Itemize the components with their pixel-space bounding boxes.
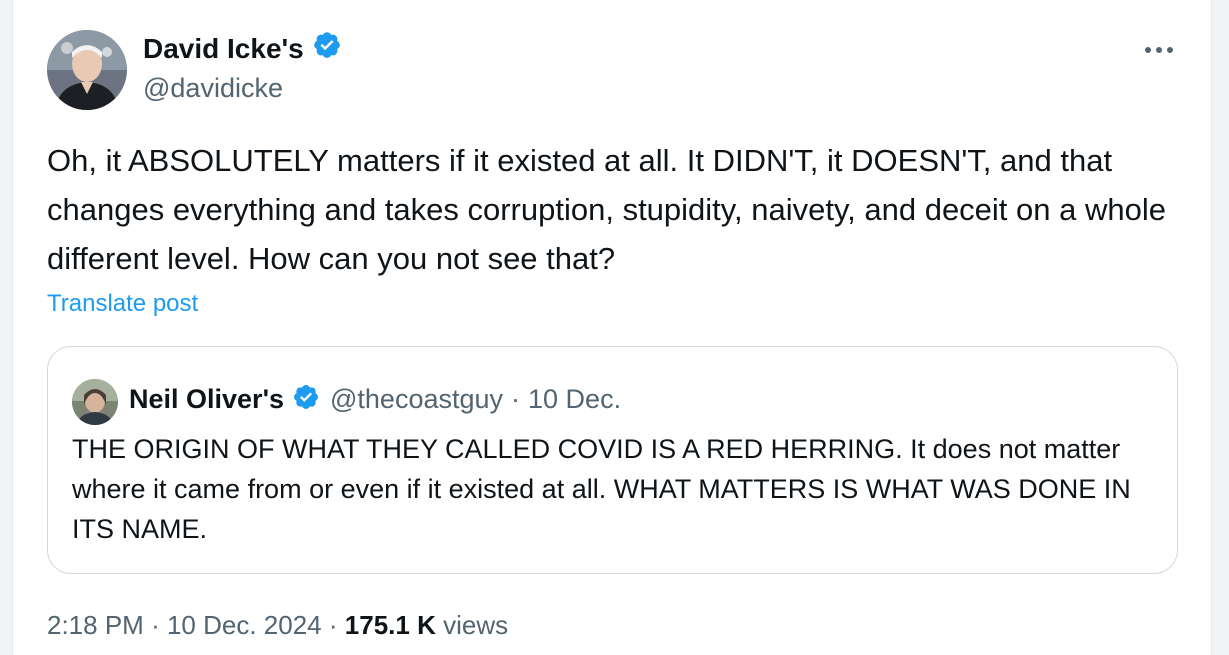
views-label: views <box>443 610 509 640</box>
author-name[interactable]: David Icke's <box>143 30 342 67</box>
translate-post-link[interactable]: Translate post <box>47 290 198 318</box>
footer-separator: · <box>328 610 338 640</box>
quoted-author-name[interactable]: Neil Oliver's <box>129 384 284 415</box>
quoted-tweet[interactable]: Neil Oliver's @thecoastguy · 10 Dec. THE… <box>47 346 1178 574</box>
footer-separator: · <box>151 610 160 640</box>
views-count: 175.1 K <box>344 610 436 640</box>
author-avatar[interactable] <box>47 30 127 110</box>
quoted-date[interactable]: 10 Dec. <box>528 384 621 415</box>
post-time[interactable]: 2:18 PM <box>47 610 144 640</box>
quoted-header: Neil Oliver's @thecoastguy · 10 Dec. <box>129 383 621 416</box>
quoted-handle[interactable]: @thecoastguy <box>330 384 503 415</box>
quoted-text: THE ORIGIN OF WHAT THEY CALLED COVID IS … <box>72 434 1131 544</box>
more-horizontal-icon[interactable] <box>1143 36 1175 56</box>
quoted-separator: · <box>511 384 521 414</box>
tweet-footer: 2:18 PM · 10 Dec. 2024 · 175.1 K views <box>47 610 508 641</box>
tweet-card: David Icke's @davidicke Oh, it ABSOLUTEL… <box>12 0 1212 655</box>
author-handle[interactable]: @davidicke <box>143 73 283 104</box>
verified-badge-icon <box>312 30 342 67</box>
author-name-label[interactable]: David Icke's <box>143 33 304 65</box>
post-date[interactable]: 10 Dec. 2024 <box>167 610 322 640</box>
verified-badge-icon <box>292 383 320 416</box>
tweet-text: Oh, it ABSOLUTELY matters if it existed … <box>47 143 1166 276</box>
quoted-author-avatar[interactable] <box>72 379 118 425</box>
